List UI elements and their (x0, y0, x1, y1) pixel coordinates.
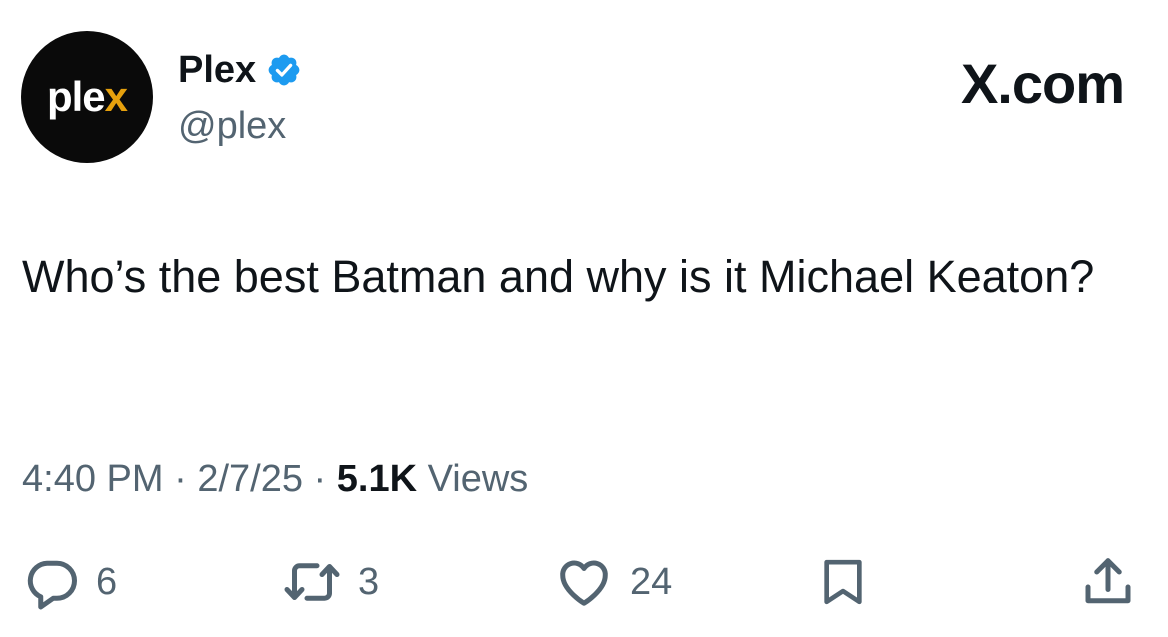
tweet-date[interactable]: 2/7/25 (197, 458, 303, 500)
author-name-row: Plex (178, 46, 302, 94)
tweet-meta: 4:40 PM · 2/7/25 · 5.1K Views (22, 455, 528, 503)
action-bar: 6 3 24 (0, 552, 1168, 612)
bookmark-icon (824, 559, 862, 605)
retweet-icon (284, 563, 340, 601)
bookmark-button[interactable] (815, 552, 871, 612)
reply-icon (27, 560, 77, 610)
views-count: 5.1K (336, 458, 418, 500)
meta-separator: · (174, 458, 187, 500)
avatar[interactable]: plex (21, 31, 153, 163)
verified-badge-icon (268, 54, 300, 86)
tweet-time[interactable]: 4:40 PM (22, 458, 164, 500)
author-name[interactable]: Plex (178, 46, 256, 94)
like-count: 24 (630, 561, 673, 603)
heart-icon (560, 560, 608, 606)
reply-count: 6 (96, 561, 118, 603)
retweet-count: 3 (358, 561, 380, 603)
reply-button[interactable]: 6 (22, 552, 117, 612)
retweet-button[interactable]: 3 (280, 552, 379, 612)
author-handle[interactable]: @plex (178, 103, 286, 149)
share-button[interactable] (1076, 552, 1140, 612)
like-button[interactable]: 24 (552, 552, 672, 612)
views-label: Views (427, 458, 529, 500)
plex-logo: plex (46, 73, 128, 120)
share-icon (1085, 558, 1131, 604)
tweet-text: Who’s the best Batman and why is it Mich… (22, 251, 1095, 302)
brand-label: X.com (960, 52, 1125, 115)
meta-separator: · (313, 458, 327, 500)
